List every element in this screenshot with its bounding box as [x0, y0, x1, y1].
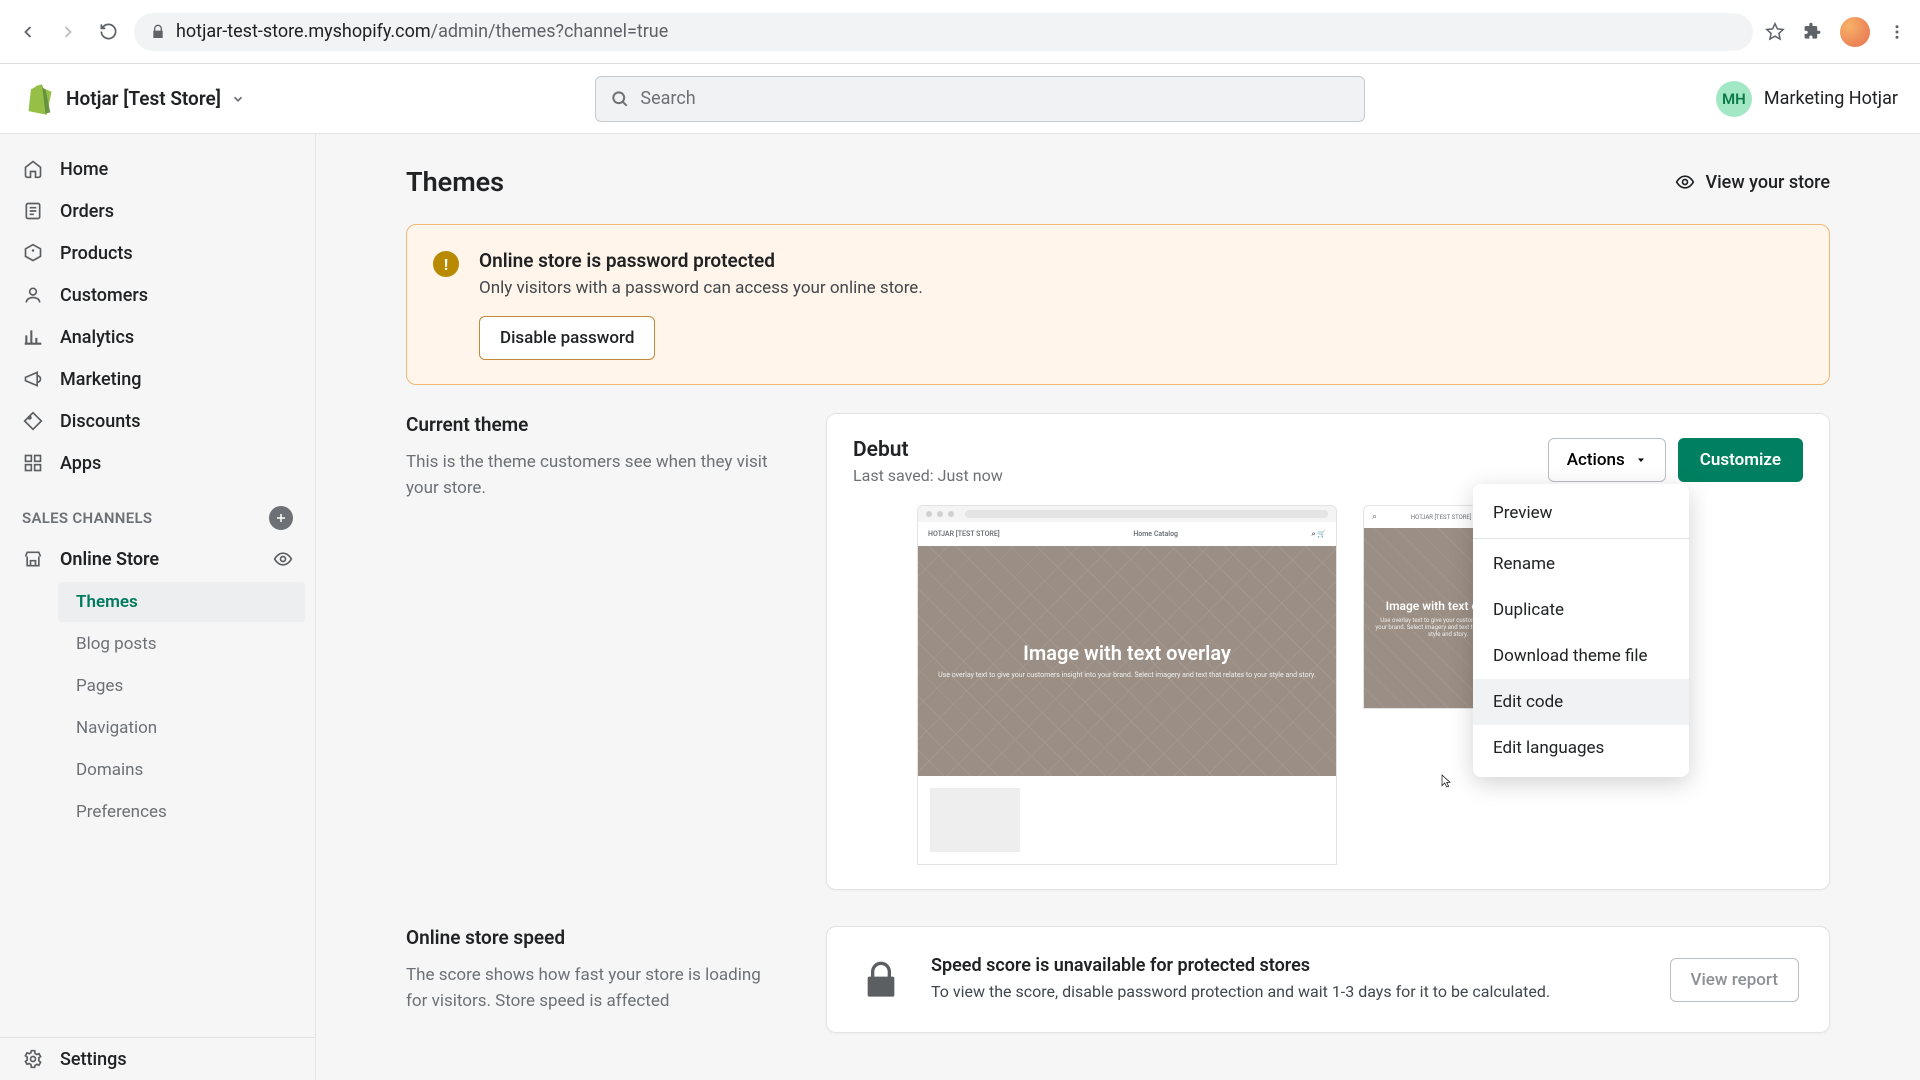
actions-dropdown-button[interactable]: Actions — [1548, 438, 1666, 482]
sidebar-item-discounts[interactable]: Discounts — [0, 400, 315, 442]
search-placeholder: Search — [640, 88, 695, 109]
main-content: Themes View your store ! Online store is… — [316, 134, 1920, 1080]
password-banner: ! Online store is password protected Onl… — [406, 224, 1830, 385]
chevron-down-icon — [231, 92, 245, 106]
products-icon — [22, 242, 44, 264]
subnav-navigation[interactable]: Navigation — [58, 708, 305, 748]
view-store-link[interactable]: View your store — [1675, 172, 1830, 193]
store-icon — [22, 548, 44, 570]
orders-icon — [22, 200, 44, 222]
gear-icon — [22, 1048, 44, 1070]
extensions-icon[interactable] — [1803, 22, 1822, 41]
home-icon — [22, 158, 44, 180]
preview-desktop: HOTJAR [TEST STORE]Home Catalog⌕ 🛒 Image… — [917, 505, 1337, 865]
customers-icon — [22, 284, 44, 306]
menu-duplicate[interactable]: Duplicate — [1473, 587, 1689, 633]
user-avatar: MH — [1716, 81, 1752, 117]
caret-down-icon — [1635, 454, 1647, 466]
menu-edit-languages[interactable]: Edit languages — [1473, 725, 1689, 771]
browser-toolbar: hotjar-test-store.myshopify.com/admin/th… — [0, 0, 1920, 64]
speed-card: Speed score is unavailable for protected… — [826, 926, 1830, 1033]
sidebar-item-marketing[interactable]: Marketing — [0, 358, 315, 400]
current-theme-desc: This is the theme customers see when the… — [406, 450, 786, 501]
eye-icon — [1675, 172, 1695, 192]
sidebar-item-products[interactable]: Products — [0, 232, 315, 274]
speed-card-title: Speed score is unavailable for protected… — [931, 955, 1550, 976]
store-switcher[interactable]: Hotjar [Test Store] — [66, 87, 245, 110]
app-header: Hotjar [Test Store] Search MH Marketing … — [0, 64, 1920, 134]
discounts-icon — [22, 410, 44, 432]
browser-menu-icon[interactable] — [1888, 23, 1906, 41]
lock-icon — [857, 956, 905, 1004]
marketing-icon — [22, 368, 44, 390]
url-text: hotjar-test-store.myshopify.com/admin/th… — [176, 21, 668, 42]
bookmark-star-icon[interactable] — [1765, 22, 1785, 42]
add-channel-button[interactable] — [269, 506, 293, 530]
current-theme-card: Debut Last saved: Just now Actions Custo… — [826, 413, 1830, 890]
sidebar-section-sales-channels: SALES CHANNELS — [0, 484, 315, 538]
view-icon[interactable] — [273, 549, 293, 569]
page-title: Themes — [406, 166, 504, 198]
speed-heading: Online store speed — [406, 926, 786, 949]
sidebar-item-home[interactable]: Home — [0, 148, 315, 190]
user-menu[interactable]: MH Marketing Hotjar — [1716, 81, 1898, 117]
speed-card-body: To view the score, disable password prot… — [931, 980, 1550, 1004]
sidebar-item-customers[interactable]: Customers — [0, 274, 315, 316]
sidebar: Home Orders Products Customers Analytics… — [0, 134, 316, 1080]
actions-dropdown-menu: Preview Rename Duplicate Download theme … — [1473, 484, 1689, 777]
warning-icon: ! — [433, 251, 459, 277]
menu-preview[interactable]: Preview — [1473, 490, 1689, 536]
subnav-themes[interactable]: Themes — [58, 582, 305, 622]
sidebar-item-online-store[interactable]: Online Store — [0, 538, 315, 580]
browser-reload-button[interactable] — [94, 18, 122, 46]
customize-button[interactable]: Customize — [1678, 438, 1803, 482]
banner-body: Only visitors with a password can access… — [479, 278, 923, 298]
browser-url-bar[interactable]: hotjar-test-store.myshopify.com/admin/th… — [134, 13, 1753, 51]
lock-icon — [150, 24, 166, 40]
menu-edit-code[interactable]: Edit code — [1473, 679, 1689, 725]
sidebar-item-analytics[interactable]: Analytics — [0, 316, 315, 358]
subnav-blog-posts[interactable]: Blog posts — [58, 624, 305, 664]
menu-download-theme-file[interactable]: Download theme file — [1473, 633, 1689, 679]
subnav-pages[interactable]: Pages — [58, 666, 305, 706]
browser-profile-avatar[interactable] — [1840, 17, 1870, 47]
banner-title: Online store is password protected — [479, 249, 923, 272]
apps-icon — [22, 452, 44, 474]
online-store-subnav: Themes Blog posts Pages Navigation Domai… — [0, 580, 315, 834]
subnav-domains[interactable]: Domains — [58, 750, 305, 790]
subnav-preferences[interactable]: Preferences — [58, 792, 305, 832]
view-report-button[interactable]: View report — [1670, 958, 1800, 1002]
theme-saved: Last saved: Just now — [853, 466, 1003, 485]
browser-back-button[interactable] — [14, 18, 42, 46]
sidebar-item-orders[interactable]: Orders — [0, 190, 315, 232]
current-theme-heading: Current theme — [406, 413, 786, 436]
browser-forward-button[interactable] — [54, 18, 82, 46]
analytics-icon — [22, 326, 44, 348]
sidebar-item-settings[interactable]: Settings — [0, 1037, 315, 1080]
store-name: Hotjar [Test Store] — [66, 87, 221, 110]
search-icon — [610, 89, 630, 109]
speed-desc: The score shows how fast your store is l… — [406, 963, 786, 1014]
search-input[interactable]: Search — [595, 76, 1365, 122]
shopify-logo-icon — [22, 82, 52, 116]
theme-name: Debut — [853, 438, 1003, 462]
user-name: Marketing Hotjar — [1764, 88, 1898, 109]
menu-rename[interactable]: Rename — [1473, 541, 1689, 587]
sidebar-item-apps[interactable]: Apps — [0, 442, 315, 484]
disable-password-button[interactable]: Disable password — [479, 316, 655, 360]
